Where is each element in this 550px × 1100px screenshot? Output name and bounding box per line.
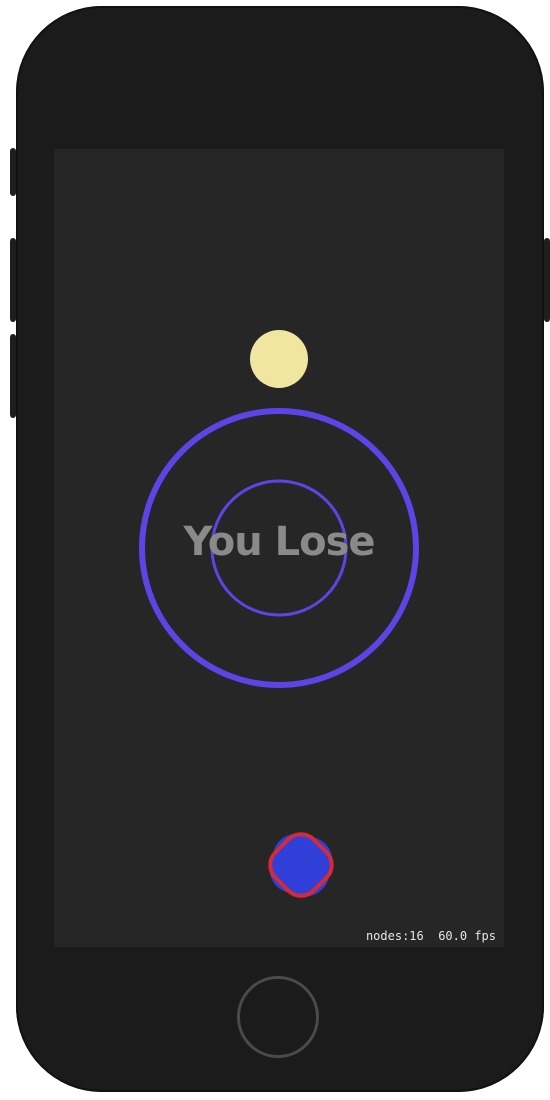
- volume-up-button: [10, 238, 16, 322]
- yellow-ball: [250, 330, 308, 388]
- power-button: [544, 238, 550, 322]
- debug-stats: nodes:16 60.0 fps: [366, 929, 496, 943]
- home-button-icon[interactable]: [237, 976, 319, 1058]
- volume-down-button: [10, 334, 16, 418]
- mute-switch: [10, 148, 16, 196]
- fps-readout: 60.0 fps: [438, 929, 496, 943]
- player-blue-shape: [269, 833, 333, 897]
- you-lose-label: You Lose: [183, 519, 375, 565]
- game-screen[interactable]: You Lose nodes:16 60.0 fps: [54, 149, 504, 947]
- player-icon[interactable]: [263, 827, 339, 903]
- nodes-count: nodes:16: [365, 929, 424, 943]
